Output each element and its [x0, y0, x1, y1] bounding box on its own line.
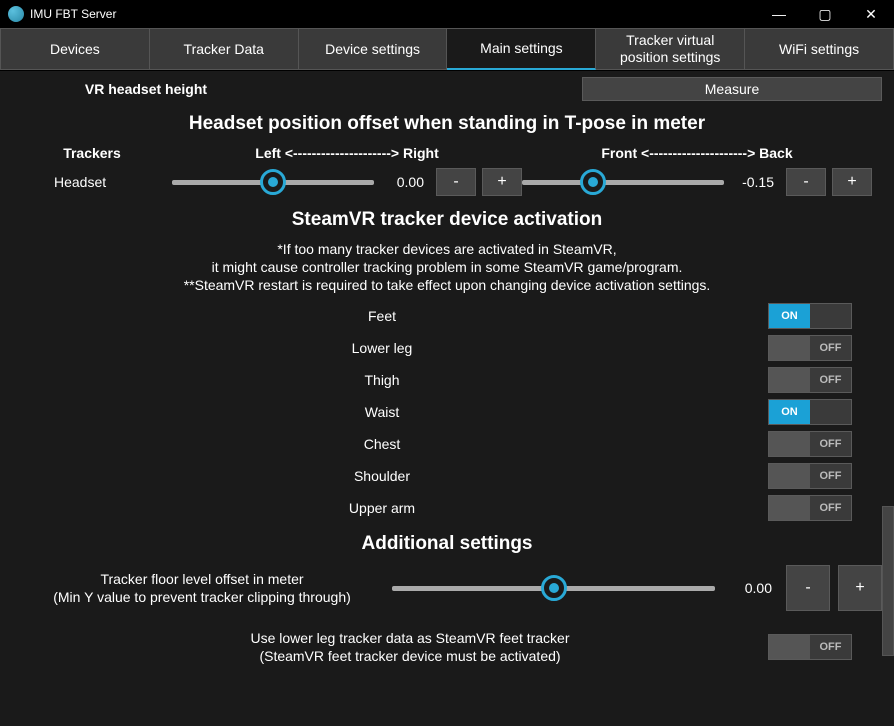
- toggle-row-chest: Chest OFF: [12, 431, 882, 457]
- content: VR headset height Measure Headset positi…: [0, 71, 894, 677]
- toggle-row-upper-arm: Upper arm OFF: [12, 495, 882, 521]
- maximize-button[interactable]: ▢: [802, 0, 848, 28]
- value-floor-offset: 0.00: [723, 580, 778, 596]
- toggle-row-waist: Waist ON: [12, 399, 882, 425]
- minus-button-headset-lr[interactable]: -: [436, 168, 476, 196]
- offset-row-label: Headset: [12, 174, 172, 190]
- app-icon: [8, 6, 24, 22]
- toggle-row-thigh: Thigh OFF: [12, 367, 882, 393]
- plus-button-headset-lr[interactable]: +: [482, 168, 522, 196]
- slider-thumb[interactable]: [580, 169, 606, 195]
- offset-row-headset: Headset 0.00 - + -0.15 - +: [12, 167, 882, 197]
- toggle-thigh[interactable]: OFF: [768, 367, 852, 393]
- toggle-label: Lower leg: [12, 340, 692, 356]
- slider-headset-lr[interactable]: [172, 167, 374, 197]
- toggle-feet[interactable]: ON: [768, 303, 852, 329]
- toggle-waist[interactable]: ON: [768, 399, 852, 425]
- col-header-trackers: Trackers: [12, 145, 172, 161]
- toggle-label: Feet: [12, 308, 692, 324]
- activation-section-title: SteamVR tracker device activation: [12, 209, 882, 231]
- toggle-row-shoulder: Shoulder OFF: [12, 463, 882, 489]
- tab-bar: Devices Tracker Data Device settings Mai…: [0, 28, 894, 71]
- toggle-row-lower-leg: Lower leg OFF: [12, 335, 882, 361]
- tab-tracker-data[interactable]: Tracker Data: [150, 28, 299, 70]
- activation-note-2: it might cause controller tracking probl…: [12, 259, 882, 275]
- toggle-upper-arm[interactable]: OFF: [768, 495, 852, 521]
- toggle-shoulder[interactable]: OFF: [768, 463, 852, 489]
- toggle-label: Thigh: [12, 372, 692, 388]
- toggle-row-feet: Feet ON: [12, 303, 882, 329]
- plus-button-headset-fb[interactable]: +: [832, 168, 872, 196]
- slider-headset-fb[interactable]: [522, 167, 724, 197]
- minimize-button[interactable]: —: [756, 0, 802, 28]
- tab-main-settings[interactable]: Main settings: [447, 28, 596, 70]
- tab-wifi-settings[interactable]: WiFi settings: [745, 28, 894, 70]
- activation-note-3: **SteamVR restart is required to take ef…: [12, 277, 882, 293]
- titlebar: IMU FBT Server — ▢ ✕: [0, 0, 894, 28]
- minus-button-headset-fb[interactable]: -: [786, 168, 826, 196]
- measure-button[interactable]: Measure: [582, 77, 882, 101]
- activation-note-1: *If too many tracker devices are activat…: [12, 241, 882, 257]
- toggle-lower-leg[interactable]: OFF: [768, 335, 852, 361]
- floor-offset-label: Tracker floor level offset in meter (Min…: [12, 570, 392, 606]
- window-title: IMU FBT Server: [30, 7, 756, 21]
- slider-floor-offset[interactable]: [392, 573, 715, 603]
- tab-tracker-virtual-position[interactable]: Tracker virtual position settings: [596, 28, 745, 70]
- toggle-label: Shoulder: [12, 468, 692, 484]
- use-lower-leg-label: Use lower leg tracker data as SteamVR fe…: [12, 629, 768, 665]
- col-header-leftright: Left <---------------------> Right: [172, 145, 522, 161]
- slider-thumb[interactable]: [541, 575, 567, 601]
- col-header-frontback: Front <---------------------> Back: [522, 145, 872, 161]
- scrollbar[interactable]: [882, 506, 894, 656]
- close-button[interactable]: ✕: [848, 0, 894, 28]
- toggle-label: Upper arm: [12, 500, 692, 516]
- slider-thumb[interactable]: [260, 169, 286, 195]
- additional-section-title: Additional settings: [12, 533, 882, 555]
- headset-height-label: VR headset height: [12, 81, 292, 97]
- plus-button-floor[interactable]: +: [838, 565, 882, 611]
- tab-devices[interactable]: Devices: [0, 28, 150, 70]
- toggle-label: Waist: [12, 404, 692, 420]
- value-headset-lr: 0.00: [380, 174, 430, 190]
- toggle-chest[interactable]: OFF: [768, 431, 852, 457]
- tab-device-settings[interactable]: Device settings: [299, 28, 448, 70]
- value-headset-fb: -0.15: [730, 174, 780, 190]
- minus-button-floor[interactable]: -: [786, 565, 830, 611]
- offset-section-title: Headset position offset when standing in…: [12, 113, 882, 135]
- toggle-label: Chest: [12, 436, 692, 452]
- toggle-use-lower-leg[interactable]: OFF: [768, 634, 852, 660]
